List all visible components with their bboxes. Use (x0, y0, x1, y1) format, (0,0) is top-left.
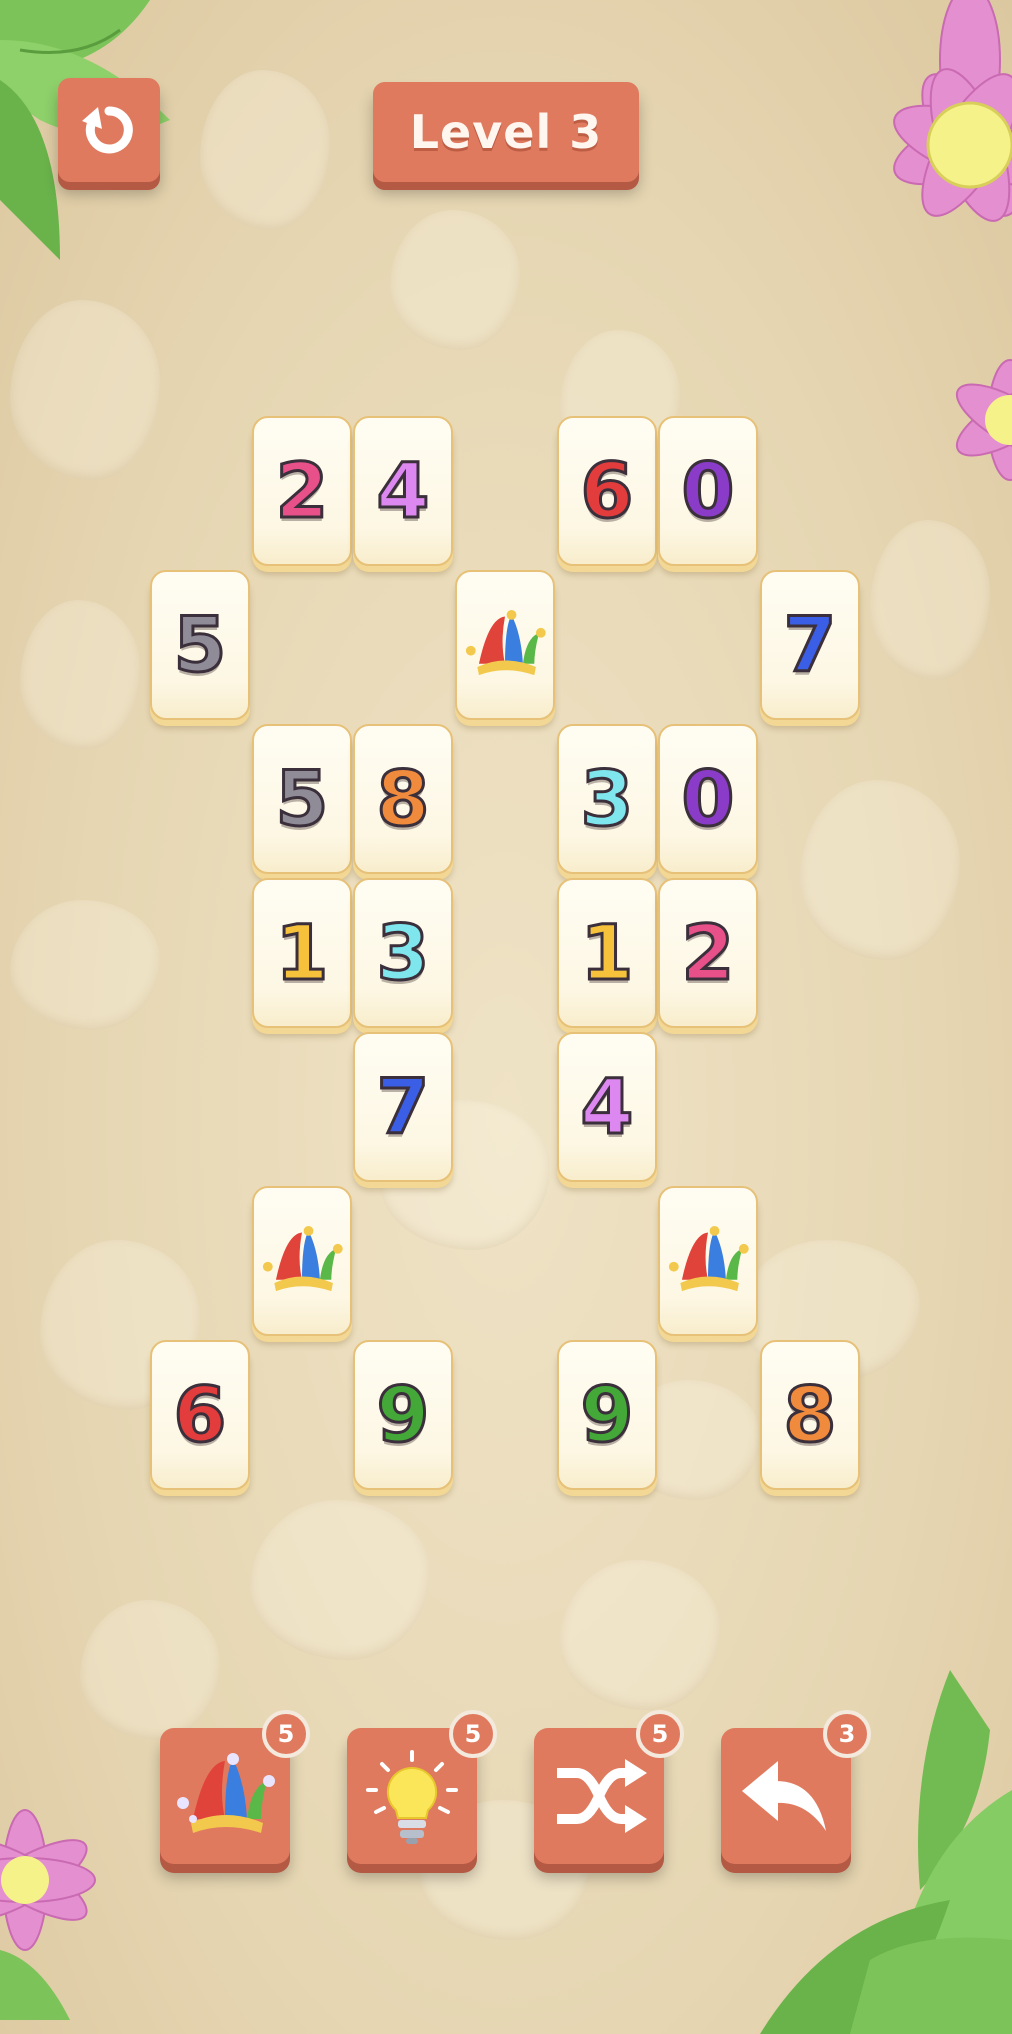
tile-digit: 7 (375, 1062, 431, 1151)
lightbulb-icon (366, 1750, 458, 1844)
tile-digit: 8 (375, 754, 431, 843)
hint-count-badge: 5 (449, 1710, 497, 1758)
number-tile[interactable]: 8 (760, 1340, 860, 1490)
jester-hat-icon (177, 1753, 275, 1833)
tile-digit: 2 (680, 908, 736, 997)
jester-hat-icon (262, 1226, 343, 1292)
number-tile[interactable]: 6 (150, 1340, 250, 1490)
hint-button[interactable]: 5 (347, 1710, 497, 1864)
number-tile[interactable]: 4 (353, 416, 453, 566)
restart-button[interactable] (58, 78, 160, 182)
pink-flower-top-right-decoration (893, 0, 1012, 222)
number-tile[interactable]: 0 (658, 724, 758, 874)
restart-arrow-icon (82, 106, 133, 154)
tile-digit: 0 (680, 446, 736, 535)
number-tile[interactable]: 2 (658, 878, 758, 1028)
shuffle-button[interactable]: 5 (534, 1710, 684, 1864)
tile-digit: 0 (680, 754, 736, 843)
number-tile[interactable]: 6 (557, 416, 657, 566)
tile-digit: 3 (375, 908, 431, 997)
tile-digit: 6 (172, 1370, 228, 1459)
shuffle-count-badge: 5 (636, 1710, 684, 1758)
number-tile[interactable]: 4 (557, 1032, 657, 1182)
number-tile[interactable]: 2 (252, 416, 352, 566)
number-tile[interactable]: 8 (353, 724, 453, 874)
tile-digit: 5 (172, 600, 228, 689)
number-tile[interactable]: 7 (353, 1032, 453, 1182)
tile-digit: 8 (782, 1370, 838, 1459)
number-tile[interactable]: 1 (252, 878, 352, 1028)
pink-flower-bottom-left-decoration (0, 1809, 96, 2020)
tile-digit: 3 (579, 754, 635, 843)
joker-tile[interactable] (658, 1186, 758, 1336)
pink-flower-right-decoration (955, 359, 1012, 481)
jester-hat-icon (668, 1226, 749, 1292)
number-tile[interactable]: 0 (658, 416, 758, 566)
tile-digit: 2 (274, 446, 330, 535)
tile-digit: 1 (274, 908, 330, 997)
jester-hat-icon (465, 610, 546, 676)
number-tile[interactable]: 1 (557, 878, 657, 1028)
tile-digit: 1 (579, 908, 635, 997)
tile-digit: 4 (579, 1062, 635, 1151)
joker-count-badge: 5 (262, 1710, 310, 1758)
number-tile[interactable]: 3 (353, 878, 453, 1028)
undo-button[interactable]: 3 (721, 1710, 871, 1864)
number-tile[interactable]: 7 (760, 570, 860, 720)
number-tile[interactable]: 9 (353, 1340, 453, 1490)
joker-tile[interactable] (252, 1186, 352, 1336)
tile-digit: 5 (274, 754, 330, 843)
joker-tile[interactable] (455, 570, 555, 720)
undo-arrow-icon (742, 1761, 826, 1831)
shuffle-icon (557, 1759, 647, 1833)
tile-digit: 6 (579, 446, 635, 535)
level-title: Level 3 (409, 105, 603, 159)
tile-digit: 9 (375, 1370, 431, 1459)
number-tile[interactable]: 5 (150, 570, 250, 720)
number-tile[interactable]: 3 (557, 724, 657, 874)
number-tile[interactable]: 9 (557, 1340, 657, 1490)
level-badge: Level 3 (373, 82, 639, 182)
joker-button[interactable]: 5 (160, 1710, 310, 1864)
tile-digit: 7 (782, 600, 838, 689)
undo-count-badge: 3 (823, 1710, 871, 1758)
number-tile[interactable]: 5 (252, 724, 352, 874)
tile-digit: 9 (579, 1370, 635, 1459)
tile-digit: 4 (375, 446, 431, 535)
